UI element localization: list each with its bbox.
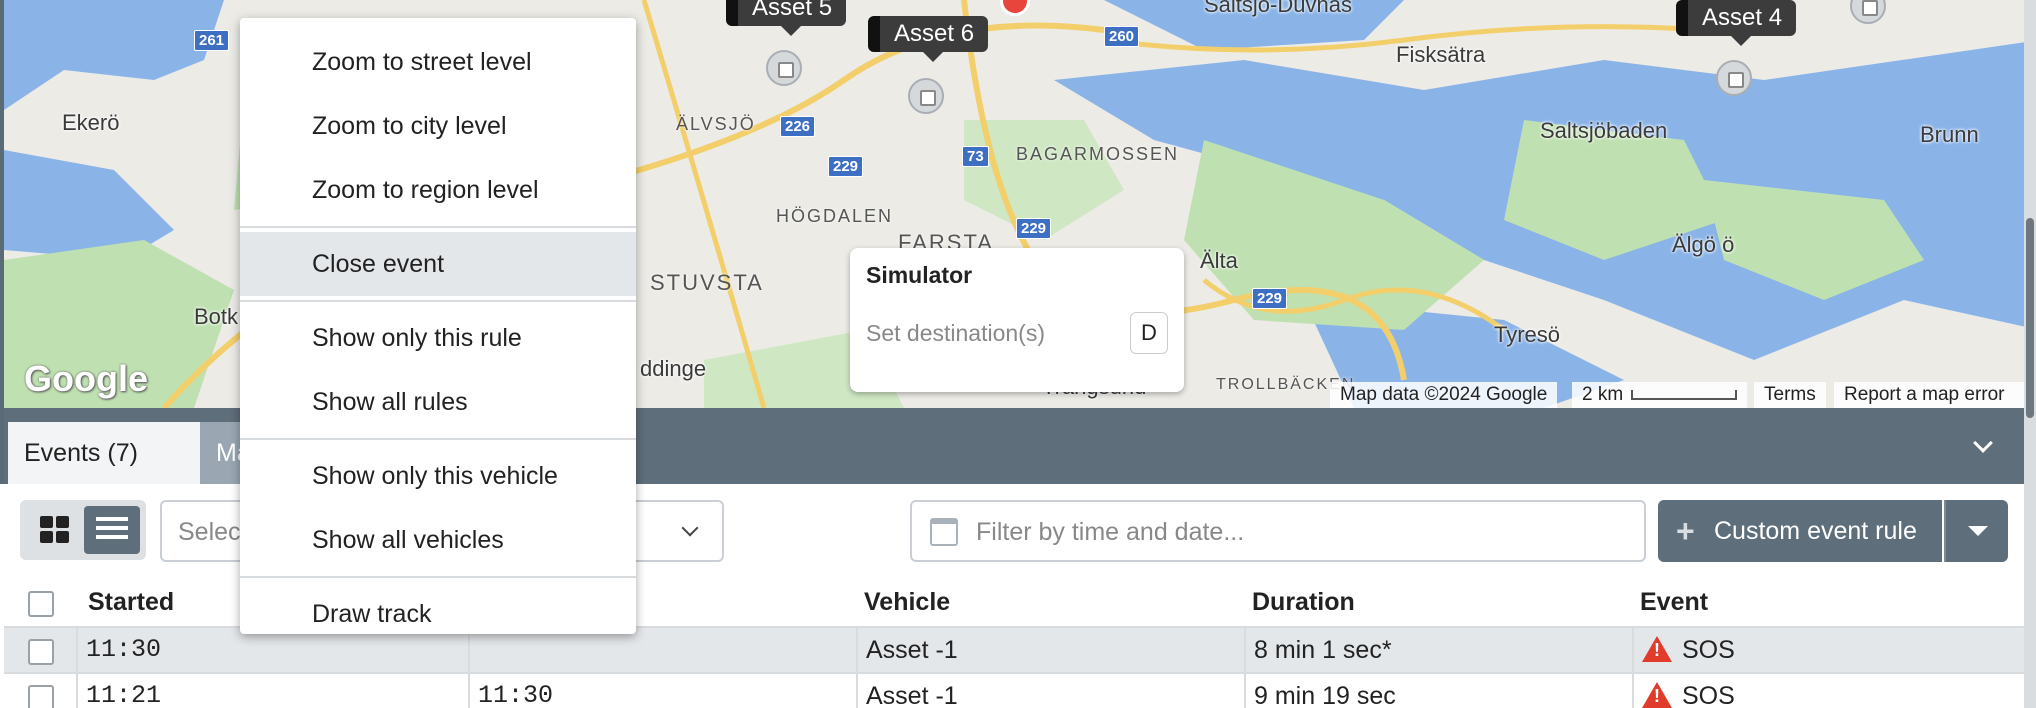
tab-events-label: Events (7): [24, 439, 138, 467]
custom-event-rule-label: Custom event rule: [1714, 517, 1917, 545]
cell-vehicle: Asset -1: [856, 628, 1244, 672]
map-place-label: Tyresö: [1494, 322, 1561, 347]
list-view-button[interactable]: [84, 506, 140, 554]
menu-item-show-only-vehicle[interactable]: Show only this vehicle: [240, 444, 636, 508]
asset-label[interactable]: Asset 5: [726, 0, 847, 36]
grid-icon: [40, 516, 70, 544]
road-shield: 260: [1104, 26, 1140, 47]
cell-event: SOS: [1632, 628, 2024, 672]
map-terms-link[interactable]: Terms: [1754, 382, 1826, 408]
map-place-label: Älgö ö: [1672, 232, 1735, 257]
cell-duration: 8 min 1 sec*: [1244, 628, 1632, 672]
chevron-down-icon: [681, 519, 699, 537]
road-shield: 73: [962, 146, 989, 167]
column-header-duration[interactable]: Duration: [1244, 580, 1632, 626]
menu-divider: [240, 300, 636, 302]
list-icon: [96, 517, 128, 543]
warning-icon: [1642, 682, 1672, 708]
asset-label[interactable]: Asset 6: [868, 16, 989, 62]
warning-icon: [1642, 636, 1672, 662]
select-all-checkbox[interactable]: [28, 591, 54, 617]
map-place-label: ddinge: [640, 356, 707, 381]
date-filter-placeholder: Filter by time and date...: [976, 518, 1245, 546]
filter-select-placeholder: Selec: [178, 518, 241, 546]
menu-item-zoom-city[interactable]: Zoom to city level: [240, 94, 636, 158]
menu-item-show-all-rules[interactable]: Show all rules: [240, 370, 636, 434]
shortcut-key-badge: D: [1130, 312, 1168, 354]
simulator-panel: Simulator Set destination(s) D: [850, 248, 1184, 392]
collapse-panel-chevron-icon[interactable]: [1973, 433, 1993, 453]
road-shield: 226: [780, 116, 816, 137]
event-type-label: SOS: [1682, 682, 1735, 708]
view-toggle: [20, 500, 146, 560]
plus-icon: +: [1676, 513, 1695, 549]
menu-item-draw-track[interactable]: Draw track: [240, 582, 636, 646]
map-scale-label: 2 km: [1582, 384, 1624, 405]
row-checkbox[interactable]: [28, 639, 54, 665]
cell-started: 11:21: [76, 674, 468, 708]
map-place-label: Botk: [194, 304, 239, 329]
map-place-label: Älta: [1200, 248, 1238, 273]
table-row[interactable]: 11:21 11:30 Asset -1 9 min 19 sec SOS: [4, 674, 2024, 708]
simulator-title: Simulator: [866, 262, 973, 288]
map-place-label: Saltsjöbaden: [1540, 118, 1668, 143]
menu-item-show-all-vehicles[interactable]: Show all vehicles: [240, 508, 636, 572]
map-place-label: Brunn: [1920, 122, 1979, 147]
map-attribution: Map data ©2024 Google: [1330, 382, 1558, 408]
custom-rule-dropdown-button[interactable]: [1944, 500, 2008, 562]
menu-item-zoom-street[interactable]: Zoom to street level: [240, 30, 636, 94]
row-checkbox[interactable]: [28, 685, 54, 708]
asset-marker[interactable]: [766, 50, 802, 86]
menu-divider: [240, 226, 636, 228]
asset-marker[interactable]: [1716, 60, 1752, 96]
road-shield: 261: [194, 30, 230, 51]
calendar-icon: [930, 518, 958, 546]
scrollbar-thumb[interactable]: [2026, 218, 2034, 418]
event-type-label: SOS: [1682, 636, 1735, 664]
menu-item-zoom-region[interactable]: Zoom to region level: [240, 158, 636, 222]
map-district-label: BAGARMOSSEN: [1016, 144, 1180, 164]
date-filter-input[interactable]: Filter by time and date...: [910, 500, 1646, 562]
tab-events[interactable]: Events (7): [8, 422, 200, 525]
grid-view-button[interactable]: [26, 506, 82, 554]
menu-item-show-only-rule[interactable]: Show only this rule: [240, 306, 636, 370]
page-scrollbar[interactable]: [2024, 0, 2036, 708]
cell-vehicle: Asset -1: [856, 674, 1244, 708]
custom-event-rule-button[interactable]: + Custom event rule: [1658, 500, 1942, 562]
map-district-label: HÖGDALEN: [776, 206, 894, 226]
column-header-event[interactable]: Event: [1632, 580, 2024, 626]
column-header-vehicle[interactable]: Vehicle: [856, 580, 1244, 626]
cell-event: SOS: [1632, 674, 2024, 708]
google-logo: Google: [24, 358, 148, 399]
map-place-label: Saltsjö-Duvnäs: [1204, 0, 1352, 17]
map-district-label: ÄLVSJÖ: [676, 114, 756, 134]
map-scale[interactable]: 2 km: [1572, 382, 1748, 408]
context-menu: Zoom to street level Zoom to city level …: [240, 18, 636, 634]
map-place-label: Fisksätra: [1396, 42, 1486, 67]
map-district-label: STUVSTA: [650, 270, 764, 295]
asset-marker[interactable]: [908, 78, 944, 114]
road-shield: 229: [828, 156, 864, 177]
map-place-label: Ekerö: [62, 110, 120, 135]
menu-item-close-event[interactable]: Close event: [240, 232, 636, 296]
road-shield: 229: [1016, 218, 1052, 239]
asset-label[interactable]: Asset 4: [1676, 0, 1797, 46]
scale-bar-icon: [1631, 389, 1738, 400]
cell-ended: 11:30: [468, 674, 856, 708]
road-shield: 229: [1252, 288, 1288, 309]
set-destination-button[interactable]: Set destination(s): [866, 320, 1045, 347]
cell-duration: 9 min 19 sec: [1244, 674, 1632, 708]
report-map-error-link[interactable]: Report a map error: [1834, 382, 2028, 408]
menu-divider: [240, 576, 636, 578]
menu-divider: [240, 438, 636, 440]
